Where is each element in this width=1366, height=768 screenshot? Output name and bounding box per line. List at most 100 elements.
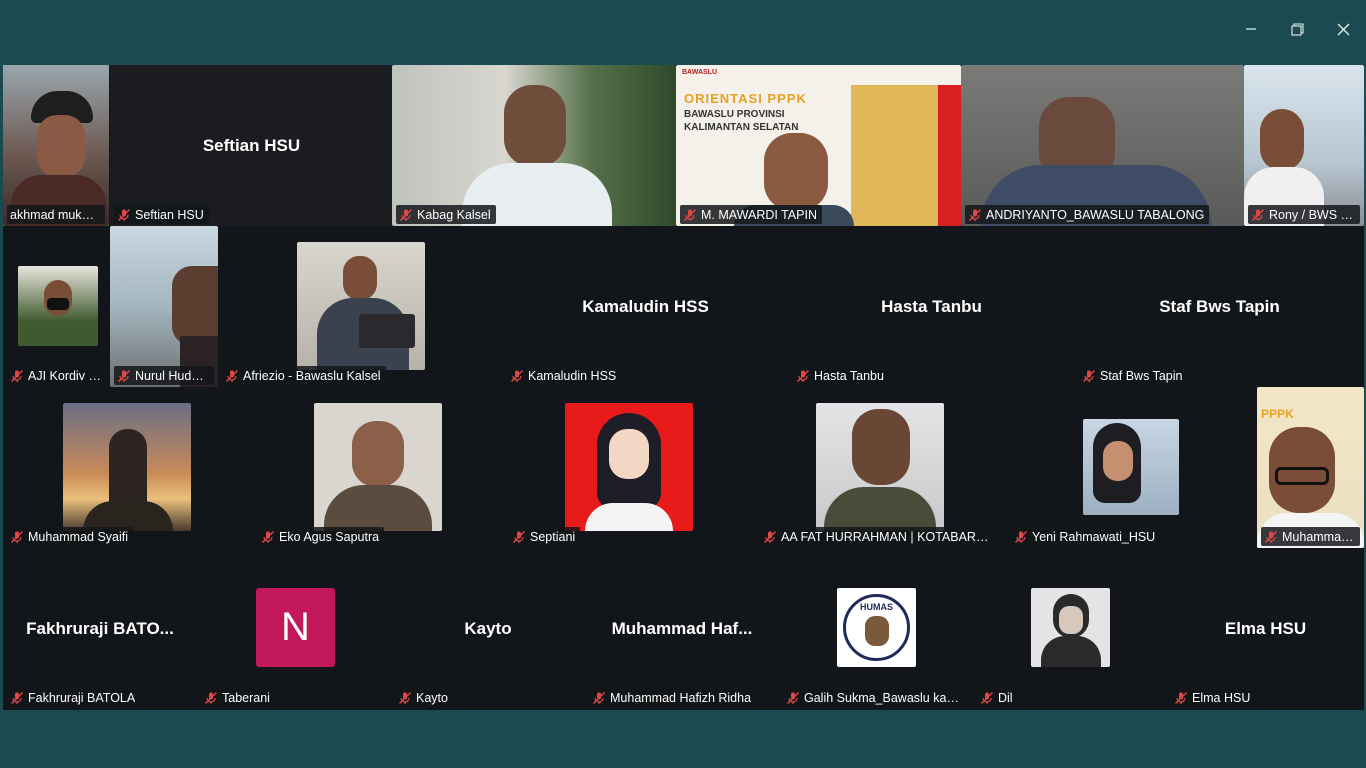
mic-muted-icon xyxy=(797,369,809,382)
participant-name-label: M. MAWARDI TAPIN xyxy=(680,205,822,224)
participant-name-label: Muhammad Syaifi xyxy=(7,527,134,546)
mic-muted-icon xyxy=(399,691,411,704)
participant-tile[interactable]: Yeni Rahmawati_HSU xyxy=(1007,387,1257,548)
participant-tile[interactable]: akhmad mukhli... xyxy=(3,65,109,226)
title-bar xyxy=(0,0,1366,60)
participant-avatar xyxy=(1083,419,1179,515)
participant-display-name: Staf Bws Tapin xyxy=(1159,296,1280,316)
minimize-icon[interactable] xyxy=(1236,14,1266,44)
participant-name-label: AJI Kordiv P... xyxy=(7,366,106,385)
participant-video xyxy=(1244,65,1364,226)
participant-avatar xyxy=(297,242,425,370)
participant-avatar xyxy=(816,403,944,531)
participant-tile[interactable]: Kayto Kayto xyxy=(391,548,585,709)
participant-avatar xyxy=(1031,588,1110,667)
participant-display-name: Kayto xyxy=(464,618,512,638)
participant-initial-avatar: N xyxy=(256,588,335,667)
participant-display-name: Seftian HSU xyxy=(202,135,301,155)
participant-display-name: Elma HSU xyxy=(1224,618,1307,638)
mic-muted-icon xyxy=(226,369,238,382)
participant-tile[interactable]: Staf Bws Tapin Staf Bws Tapin xyxy=(1075,226,1364,387)
mic-muted-icon xyxy=(684,208,696,221)
mic-muted-icon xyxy=(787,691,799,704)
mic-muted-icon xyxy=(1015,530,1027,543)
mic-muted-icon xyxy=(262,530,274,543)
participant-tile[interactable]: Dil xyxy=(973,548,1167,709)
participant-tile[interactable]: Fakhruraji BATO... Fakhruraji BATOLA xyxy=(3,548,197,709)
participant-tile[interactable]: HUMAS Galih Sukma_Bawaslu kab. ... xyxy=(779,548,973,709)
participant-name-label: Hasta Tanbu xyxy=(793,366,889,385)
participant-video: PPPK xyxy=(1257,387,1364,548)
participant-tile[interactable]: AJI Kordiv P... xyxy=(3,226,110,387)
mic-muted-icon xyxy=(511,369,523,382)
restore-icon[interactable] xyxy=(1282,14,1312,44)
participant-display-name: Hasta Tanbu xyxy=(881,296,982,316)
mic-muted-icon xyxy=(593,691,605,704)
participant-avatar xyxy=(63,403,191,531)
participant-name-label: Kabag Kalsel xyxy=(396,205,496,224)
participant-tile[interactable]: Kamaludin HSS Kamaludin HSS xyxy=(503,226,788,387)
participant-tile[interactable]: Elma HSU Elma HSU xyxy=(1167,548,1364,709)
participant-name-label: Taberani xyxy=(201,688,275,707)
participant-name-label: Staf Bws Tapin xyxy=(1079,366,1188,385)
participant-tile[interactable]: Muhammad Haf... Muhammad Hafizh Ridha xyxy=(585,548,779,709)
participant-display-name: Muhammad Haf... xyxy=(611,618,753,638)
close-icon[interactable] xyxy=(1328,14,1358,44)
participant-name-label: Eko Agus Saputra xyxy=(258,527,385,546)
participant-tile[interactable]: Hasta Tanbu Hasta Tanbu xyxy=(789,226,1074,387)
participant-tile[interactable]: Nurul Huda_... xyxy=(110,226,218,387)
mic-muted-icon xyxy=(1175,691,1187,704)
participant-tile[interactable]: Septiani xyxy=(505,387,755,548)
participant-display-name: Fakhruraji BATO... xyxy=(26,618,174,638)
participant-tile[interactable]: N Taberani xyxy=(197,548,391,709)
mic-muted-icon xyxy=(513,530,525,543)
mic-muted-icon xyxy=(11,369,23,382)
participant-video xyxy=(3,65,109,226)
mic-muted-icon xyxy=(1252,208,1264,221)
participant-display-name: Kamaludin HSS xyxy=(582,296,709,316)
mic-muted-icon xyxy=(118,369,130,382)
mic-muted-icon xyxy=(11,691,23,704)
participant-name-label: Elma HSU xyxy=(1171,688,1256,707)
participant-name-label: Kayto xyxy=(395,688,453,707)
participant-avatar xyxy=(565,403,693,531)
participant-name-label: Dil xyxy=(977,688,1018,707)
participant-name-label: Muhammad Hafizh Ridha xyxy=(589,688,757,707)
participant-tile[interactable]: ANDRIYANTO_BAWASLU TABALONG xyxy=(961,65,1244,226)
mic-muted-icon xyxy=(400,208,412,221)
participant-tile[interactable]: Muhammad Syaifi xyxy=(3,387,253,548)
participant-name-label: AA FAT HURRAHMAN | KOTABARU | 2... xyxy=(760,527,1002,546)
mic-muted-icon xyxy=(1083,369,1095,382)
participant-name-label: Nurul Huda_... xyxy=(114,366,214,385)
participant-tile[interactable]: BAWASLU ORIENTASI PPPK BAWASLU PROVINSI … xyxy=(676,65,961,226)
humas-logo: HUMAS xyxy=(837,588,916,667)
mic-muted-icon xyxy=(1265,530,1277,543)
mic-muted-icon xyxy=(981,691,993,704)
participant-tile[interactable]: PPPK Muhammad... xyxy=(1257,387,1364,548)
participant-name-label: Muhammad... xyxy=(1261,527,1360,546)
participant-video xyxy=(961,65,1244,226)
participant-tile[interactable]: Afriezio - Bawaslu Kalsel xyxy=(218,226,502,387)
mic-muted-icon xyxy=(764,530,776,543)
participant-tile[interactable]: Kabag Kalsel xyxy=(392,65,676,226)
participant-name-label: Kamaludin HSS xyxy=(507,366,622,385)
participant-name-label: ANDRIYANTO_BAWASLU TABALONG xyxy=(965,205,1210,224)
participant-video xyxy=(110,226,218,387)
participant-name-label: Rony / BWS K... xyxy=(1248,205,1360,224)
mic-muted-icon xyxy=(11,530,23,543)
participant-avatar xyxy=(314,403,442,531)
participant-name-label: akhmad mukhli... xyxy=(7,205,105,224)
participant-name-label: Fakhruraji BATOLA xyxy=(7,688,141,707)
participant-tile[interactable]: Seftian HSU Seftian HSU xyxy=(110,65,393,226)
participant-tile[interactable]: Eko Agus Saputra xyxy=(254,387,504,548)
participant-name-label: Seftian HSU xyxy=(114,205,209,224)
mic-muted-icon xyxy=(205,691,217,704)
participant-name-label: Afriezio - Bawaslu Kalsel xyxy=(222,366,386,385)
participant-tile[interactable]: Rony / BWS K... xyxy=(1244,65,1364,226)
participant-tile[interactable]: AA FAT HURRAHMAN | KOTABARU | 2... xyxy=(756,387,1006,548)
virtual-background-banner: BAWASLU ORIENTASI PPPK BAWASLU PROVINSI … xyxy=(676,65,961,226)
participant-name-label: Yeni Rahmawati_HSU xyxy=(1011,527,1161,546)
participant-video xyxy=(392,65,676,226)
video-grid: akhmad mukhli... Seftian HSU Seftian HSU… xyxy=(3,65,1364,710)
mic-muted-icon xyxy=(118,208,130,221)
